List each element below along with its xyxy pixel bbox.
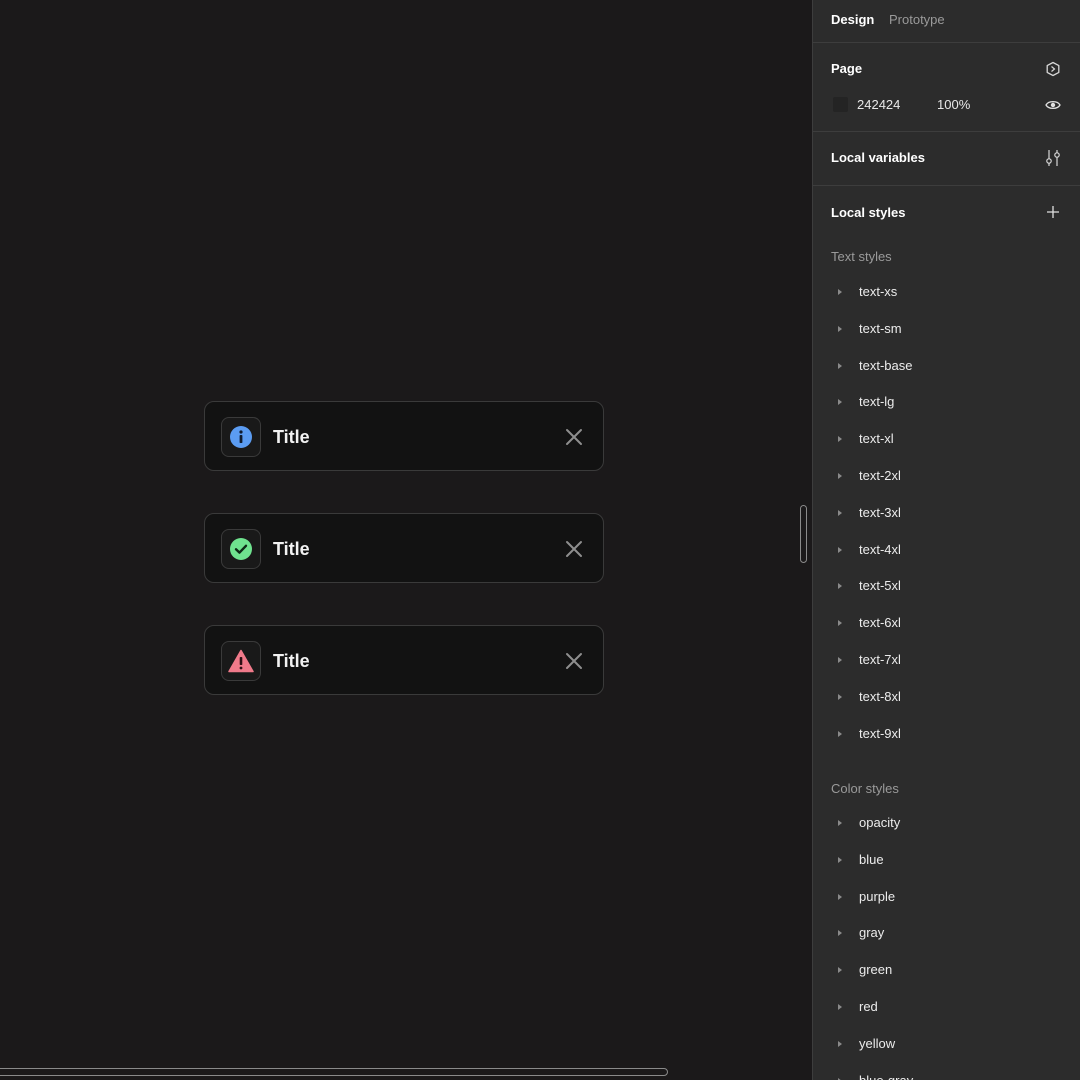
- figma-editor: Title Title Title Design Prototype Page …: [0, 0, 1080, 1080]
- caret-right-icon: [838, 693, 842, 700]
- page-color-swatch[interactable]: [833, 97, 848, 112]
- toast-info[interactable]: Title: [204, 401, 604, 471]
- properties-panel: Design Prototype Page 242424 100% Local …: [812, 0, 1080, 1080]
- text-style-item[interactable]: text-6xl: [813, 606, 1080, 643]
- toast-title: Title: [273, 427, 310, 447]
- divider: [813, 42, 1080, 43]
- caret-right-icon: [838, 289, 842, 295]
- caret-right-icon: [838, 509, 842, 516]
- color-style-item[interactable]: green: [813, 953, 1080, 990]
- vertical-scrollbar[interactable]: [800, 505, 807, 563]
- caret-right-icon: [838, 583, 842, 590]
- toast-icon-badge: [221, 529, 261, 569]
- text-style-item[interactable]: text-9xl: [813, 717, 1080, 754]
- hexagon-styles-icon: [1046, 61, 1060, 77]
- close-button[interactable]: [563, 538, 585, 560]
- text-style-item[interactable]: text-5xl: [813, 569, 1080, 606]
- caret-right-icon: [838, 1040, 842, 1047]
- caret-right-icon: [838, 856, 842, 863]
- design-canvas[interactable]: Title Title Title: [0, 0, 812, 1080]
- text-style-item[interactable]: text-7xl: [813, 643, 1080, 680]
- color-style-item[interactable]: opacity: [813, 806, 1080, 843]
- tab-prototype[interactable]: Prototype: [889, 12, 945, 28]
- text-style-item[interactable]: text-lg: [813, 385, 1080, 422]
- styles-library-button[interactable]: [1043, 59, 1063, 79]
- text-style-item[interactable]: text-2xl: [813, 459, 1080, 496]
- text-style-item[interactable]: text-8xl: [813, 680, 1080, 717]
- plus-icon: [1047, 206, 1059, 218]
- page-section-title: Page: [831, 61, 863, 76]
- caret-right-icon: [838, 399, 842, 406]
- close-icon: [566, 429, 582, 445]
- visibility-toggle[interactable]: [1043, 95, 1063, 115]
- color-style-item[interactable]: blue-gray: [813, 1064, 1080, 1080]
- caret-right-icon: [838, 967, 842, 974]
- text-style-item[interactable]: text-xs: [813, 275, 1080, 312]
- local-variables-title[interactable]: Local variables: [831, 150, 925, 166]
- page-color-opacity[interactable]: 100%: [937, 97, 970, 113]
- caret-right-icon: [838, 893, 842, 900]
- toast-success[interactable]: Title: [204, 513, 604, 583]
- color-style-item[interactable]: blue: [813, 843, 1080, 880]
- tab-design[interactable]: Design: [831, 12, 874, 28]
- close-button[interactable]: [563, 650, 585, 672]
- text-styles-list: text-xs text-sm text-base text-lg text-x…: [813, 275, 1080, 753]
- close-icon: [566, 653, 582, 669]
- caret-right-icon: [838, 730, 842, 737]
- divider: [813, 131, 1080, 132]
- color-style-item[interactable]: purple: [813, 880, 1080, 917]
- warning-icon: [228, 649, 254, 673]
- text-style-item[interactable]: text-sm: [813, 312, 1080, 349]
- color-style-item[interactable]: red: [813, 990, 1080, 1027]
- divider: [813, 185, 1080, 186]
- caret-right-icon: [838, 930, 842, 937]
- toast-title: Title: [273, 539, 310, 559]
- info-icon: [230, 426, 252, 448]
- page-color-hex[interactable]: 242424: [857, 97, 900, 113]
- check-circle-icon: [230, 538, 252, 560]
- text-style-item[interactable]: text-3xl: [813, 496, 1080, 533]
- horizontal-scrollbar[interactable]: [0, 1068, 668, 1076]
- color-styles-list: opacity blue purple gray green red yello…: [813, 806, 1080, 1080]
- toast-warning[interactable]: Title: [204, 625, 604, 695]
- color-styles-heading: Color styles: [831, 781, 899, 796]
- text-style-item[interactable]: text-xl: [813, 422, 1080, 459]
- toast-title: Title: [273, 651, 310, 671]
- close-button[interactable]: [563, 426, 585, 448]
- caret-right-icon: [838, 656, 842, 663]
- eye-icon: [1045, 100, 1061, 110]
- caret-right-icon: [838, 820, 842, 826]
- add-style-button[interactable]: [1043, 202, 1063, 222]
- caret-right-icon: [838, 472, 842, 479]
- color-style-item[interactable]: gray: [813, 916, 1080, 953]
- toast-icon-badge: [221, 417, 261, 457]
- caret-right-icon: [838, 620, 842, 627]
- caret-right-icon: [838, 546, 842, 553]
- caret-right-icon: [838, 436, 842, 443]
- text-style-item[interactable]: text-base: [813, 349, 1080, 386]
- color-style-item[interactable]: yellow: [813, 1027, 1080, 1064]
- caret-right-icon: [838, 325, 842, 332]
- close-icon: [566, 541, 582, 557]
- text-styles-heading: Text styles: [831, 249, 892, 264]
- local-styles-title: Local styles: [831, 205, 906, 220]
- toast-icon-badge: [221, 641, 261, 681]
- caret-right-icon: [838, 1003, 842, 1010]
- caret-right-icon: [838, 362, 842, 369]
- open-variables-button[interactable]: [1043, 148, 1063, 168]
- text-style-item[interactable]: text-4xl: [813, 533, 1080, 570]
- sliders-icon: [1046, 150, 1060, 166]
